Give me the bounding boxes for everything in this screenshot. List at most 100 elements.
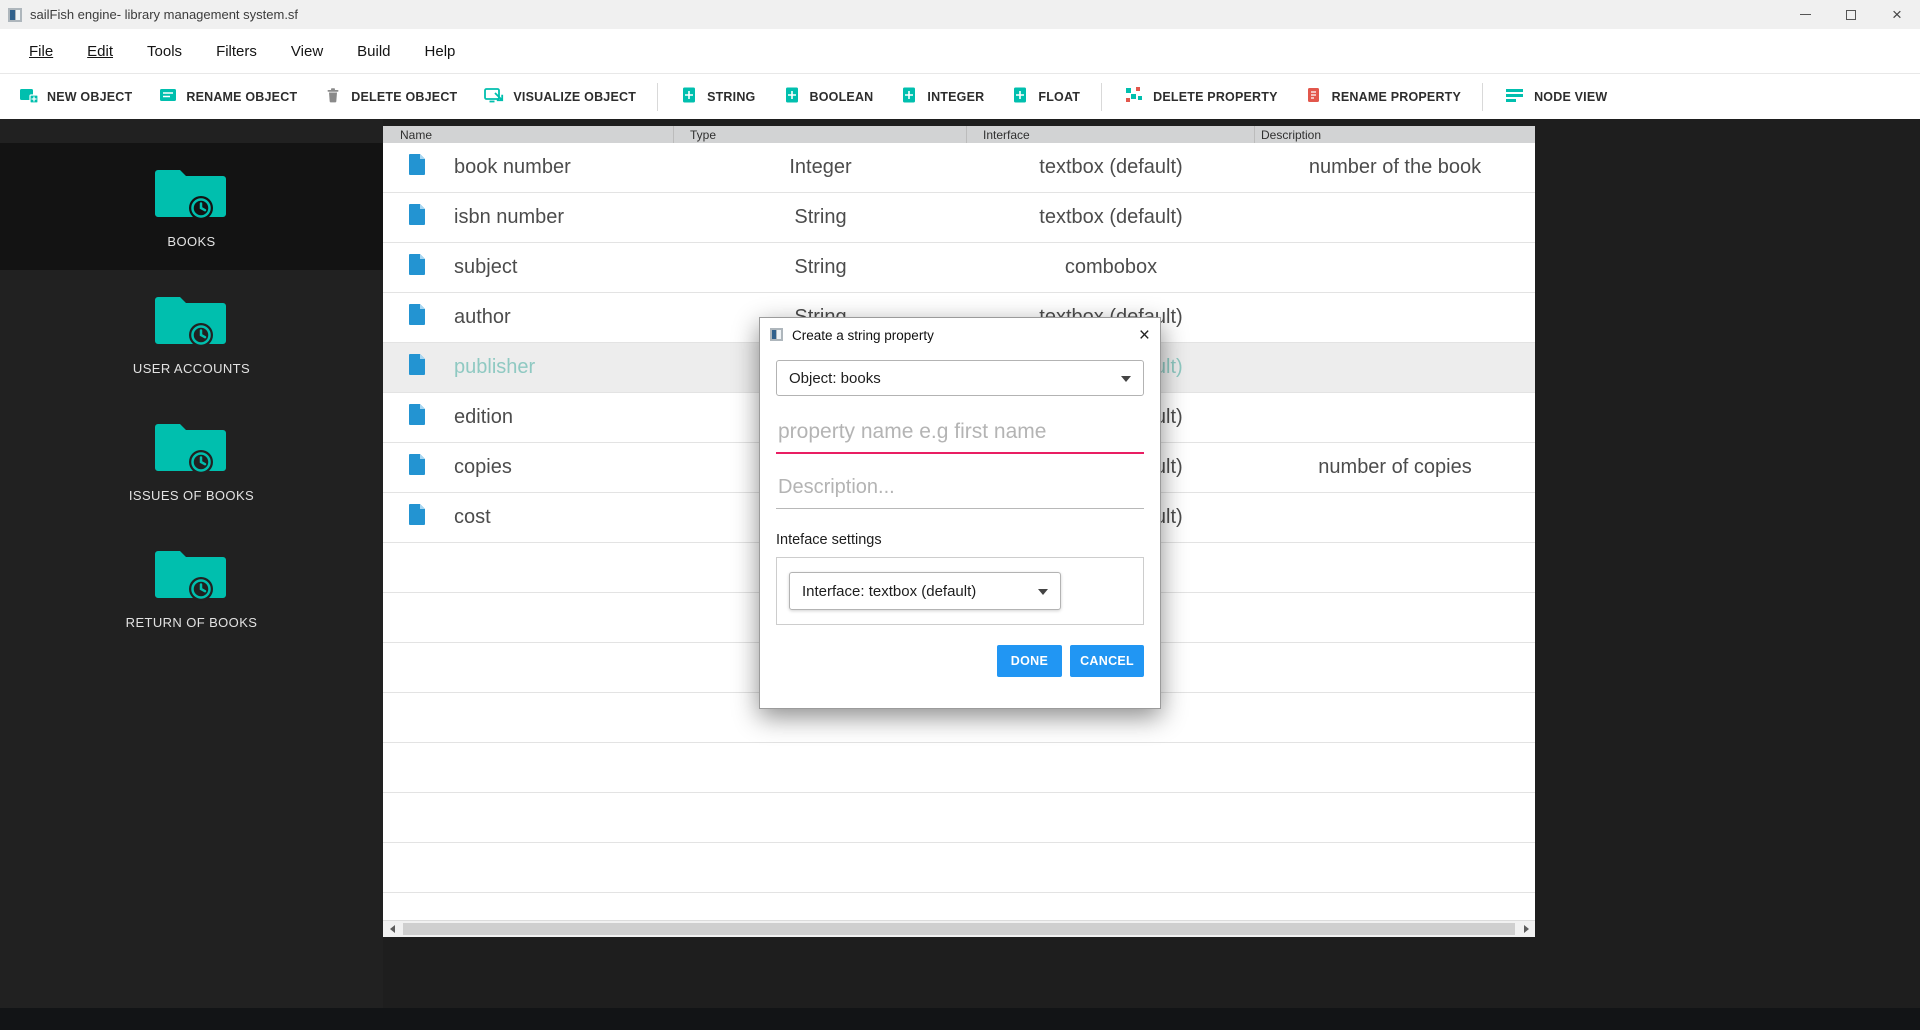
interface-select[interactable]: Interface: textbox (default) <box>789 572 1061 610</box>
integer-button[interactable]: INTEGER <box>886 74 997 119</box>
interface-settings-group: Interface: textbox (default) <box>776 557 1144 625</box>
property-name: copies <box>454 456 512 478</box>
sidebar: BOOKS USER ACCOUNTS ISSUES OF BOOKS RETU… <box>0 119 383 1030</box>
object-select[interactable]: Object: books <box>776 360 1144 396</box>
document-icon <box>409 454 426 481</box>
float-add-icon <box>1010 85 1030 108</box>
rename-property-label: RENAME PROPERTY <box>1331 89 1462 104</box>
menu-edit[interactable]: Edit <box>70 29 130 73</box>
toolbar-separator <box>1482 82 1484 111</box>
table-empty-area <box>383 893 1535 920</box>
float-button[interactable]: FLOAT <box>997 74 1093 119</box>
scrollbar-thumb[interactable] <box>403 923 1515 935</box>
cancel-button[interactable]: CANCEL <box>1070 645 1144 677</box>
cell-type: String <box>794 206 847 228</box>
rename-object-icon <box>158 85 178 108</box>
string-add-icon <box>679 85 699 108</box>
table-row[interactable]: book number Integer textbox (default) nu… <box>383 143 1535 193</box>
bottom-strip <box>0 1008 1920 1030</box>
cell-interface: combobox <box>1064 256 1158 278</box>
rename-object-button[interactable]: RENAME OBJECT <box>145 74 310 119</box>
cell-description <box>1255 293 1535 342</box>
scroll-left-arrow[interactable] <box>383 921 401 937</box>
toolbar: NEW OBJECT RENAME OBJECT DELETE OBJECT V… <box>0 73 1920 119</box>
table-row-empty <box>383 793 1535 843</box>
integer-add-icon <box>899 85 919 108</box>
folder-history-icon <box>154 291 229 352</box>
folder-history-icon <box>154 164 229 225</box>
property-name: isbn number <box>454 206 565 228</box>
property-name: book number <box>454 156 571 178</box>
cell-name: publisher <box>383 343 674 392</box>
visualize-object-icon <box>483 85 505 108</box>
cell-name: subject <box>383 243 674 292</box>
cell-description <box>1255 493 1535 542</box>
interface-settings-label: Inteface settings <box>776 532 882 548</box>
sidebar-item-user-accounts[interactable]: USER ACCOUNTS <box>0 270 383 397</box>
menu-build[interactable]: Build <box>340 29 407 73</box>
menu-view[interactable]: View <box>274 29 340 73</box>
scroll-right-arrow[interactable] <box>1517 921 1535 937</box>
dialog-title-bar: Create a string property × <box>760 318 1160 352</box>
column-header-name: Name <box>383 126 674 143</box>
object-select-value: Object: books <box>789 369 881 387</box>
column-header-description: Description <box>1261 127 1322 142</box>
window-title: sailFish engine- library management syst… <box>30 7 299 22</box>
cell-description: number of copies <box>1318 456 1472 478</box>
document-icon <box>409 154 426 181</box>
maximize-button[interactable] <box>1828 0 1874 29</box>
rename-object-label: RENAME OBJECT <box>186 89 298 104</box>
rename-property-icon <box>1304 85 1324 108</box>
dialog-body: Object: books Inteface settings Interfac… <box>760 352 1160 677</box>
menu-help[interactable]: Help <box>408 29 473 73</box>
close-button[interactable]: × <box>1874 0 1920 29</box>
table-row[interactable]: isbn number String textbox (default) <box>383 193 1535 243</box>
menu-tools[interactable]: Tools <box>130 29 199 73</box>
node-view-button[interactable]: NODE VIEW <box>1491 74 1620 119</box>
property-name: publisher <box>454 356 536 378</box>
maximize-icon <box>1846 9 1856 20</box>
sidebar-item-return-of-books[interactable]: RETURN OF BOOKS <box>0 524 383 651</box>
menu-filters[interactable]: Filters <box>199 29 274 73</box>
cell-type: String <box>794 256 847 278</box>
cell-name: author <box>383 293 674 342</box>
delete-object-button[interactable]: DELETE OBJECT <box>310 74 470 119</box>
title-bar: sailFish engine- library management syst… <box>0 0 1920 29</box>
description-input[interactable] <box>776 464 1144 509</box>
menu-file[interactable]: File <box>12 29 70 73</box>
document-icon <box>409 504 426 531</box>
sidebar-item-issues-of-books[interactable]: ISSUES OF BOOKS <box>0 397 383 524</box>
visualize-object-button[interactable]: VISUALIZE OBJECT <box>470 74 649 119</box>
property-name-input[interactable] <box>776 408 1144 454</box>
cell-name: edition <box>383 393 674 442</box>
chevron-down-icon <box>1121 376 1131 382</box>
new-object-icon <box>19 85 39 108</box>
table-row-empty <box>383 743 1535 793</box>
horizontal-scrollbar[interactable] <box>383 920 1535 937</box>
new-object-button[interactable]: NEW OBJECT <box>6 74 145 119</box>
done-button[interactable]: DONE <box>996 645 1063 677</box>
toolbar-separator <box>657 82 659 111</box>
sidebar-item-books[interactable]: BOOKS <box>0 143 383 270</box>
boolean-button[interactable]: BOOLEAN <box>769 74 887 119</box>
cell-description <box>1255 243 1535 292</box>
cell-name: isbn number <box>383 193 674 242</box>
sidebar-item-label: USER ACCOUNTS <box>132 361 251 376</box>
document-icon <box>409 204 426 231</box>
dialog-buttons: DONE CANCEL <box>776 645 1144 677</box>
minimize-button[interactable] <box>1782 0 1828 29</box>
dialog-close-icon[interactable]: × <box>1124 326 1150 345</box>
delete-property-icon <box>1123 85 1145 108</box>
menu-bar: File Edit Tools Filters View Build Help <box>0 29 1920 73</box>
delete-property-button[interactable]: DELETE PROPERTY <box>1110 74 1291 119</box>
cell-description <box>1255 393 1535 442</box>
document-icon <box>409 404 426 431</box>
string-button[interactable]: STRING <box>666 74 768 119</box>
rename-property-button[interactable]: RENAME PROPERTY <box>1291 74 1474 119</box>
table-row[interactable]: subject String combobox <box>383 243 1535 293</box>
cell-name: copies <box>383 443 674 492</box>
cell-name: book number <box>383 143 674 192</box>
property-name: cost <box>454 506 491 528</box>
property-name: subject <box>454 256 518 278</box>
column-header-type: Type <box>674 126 967 143</box>
